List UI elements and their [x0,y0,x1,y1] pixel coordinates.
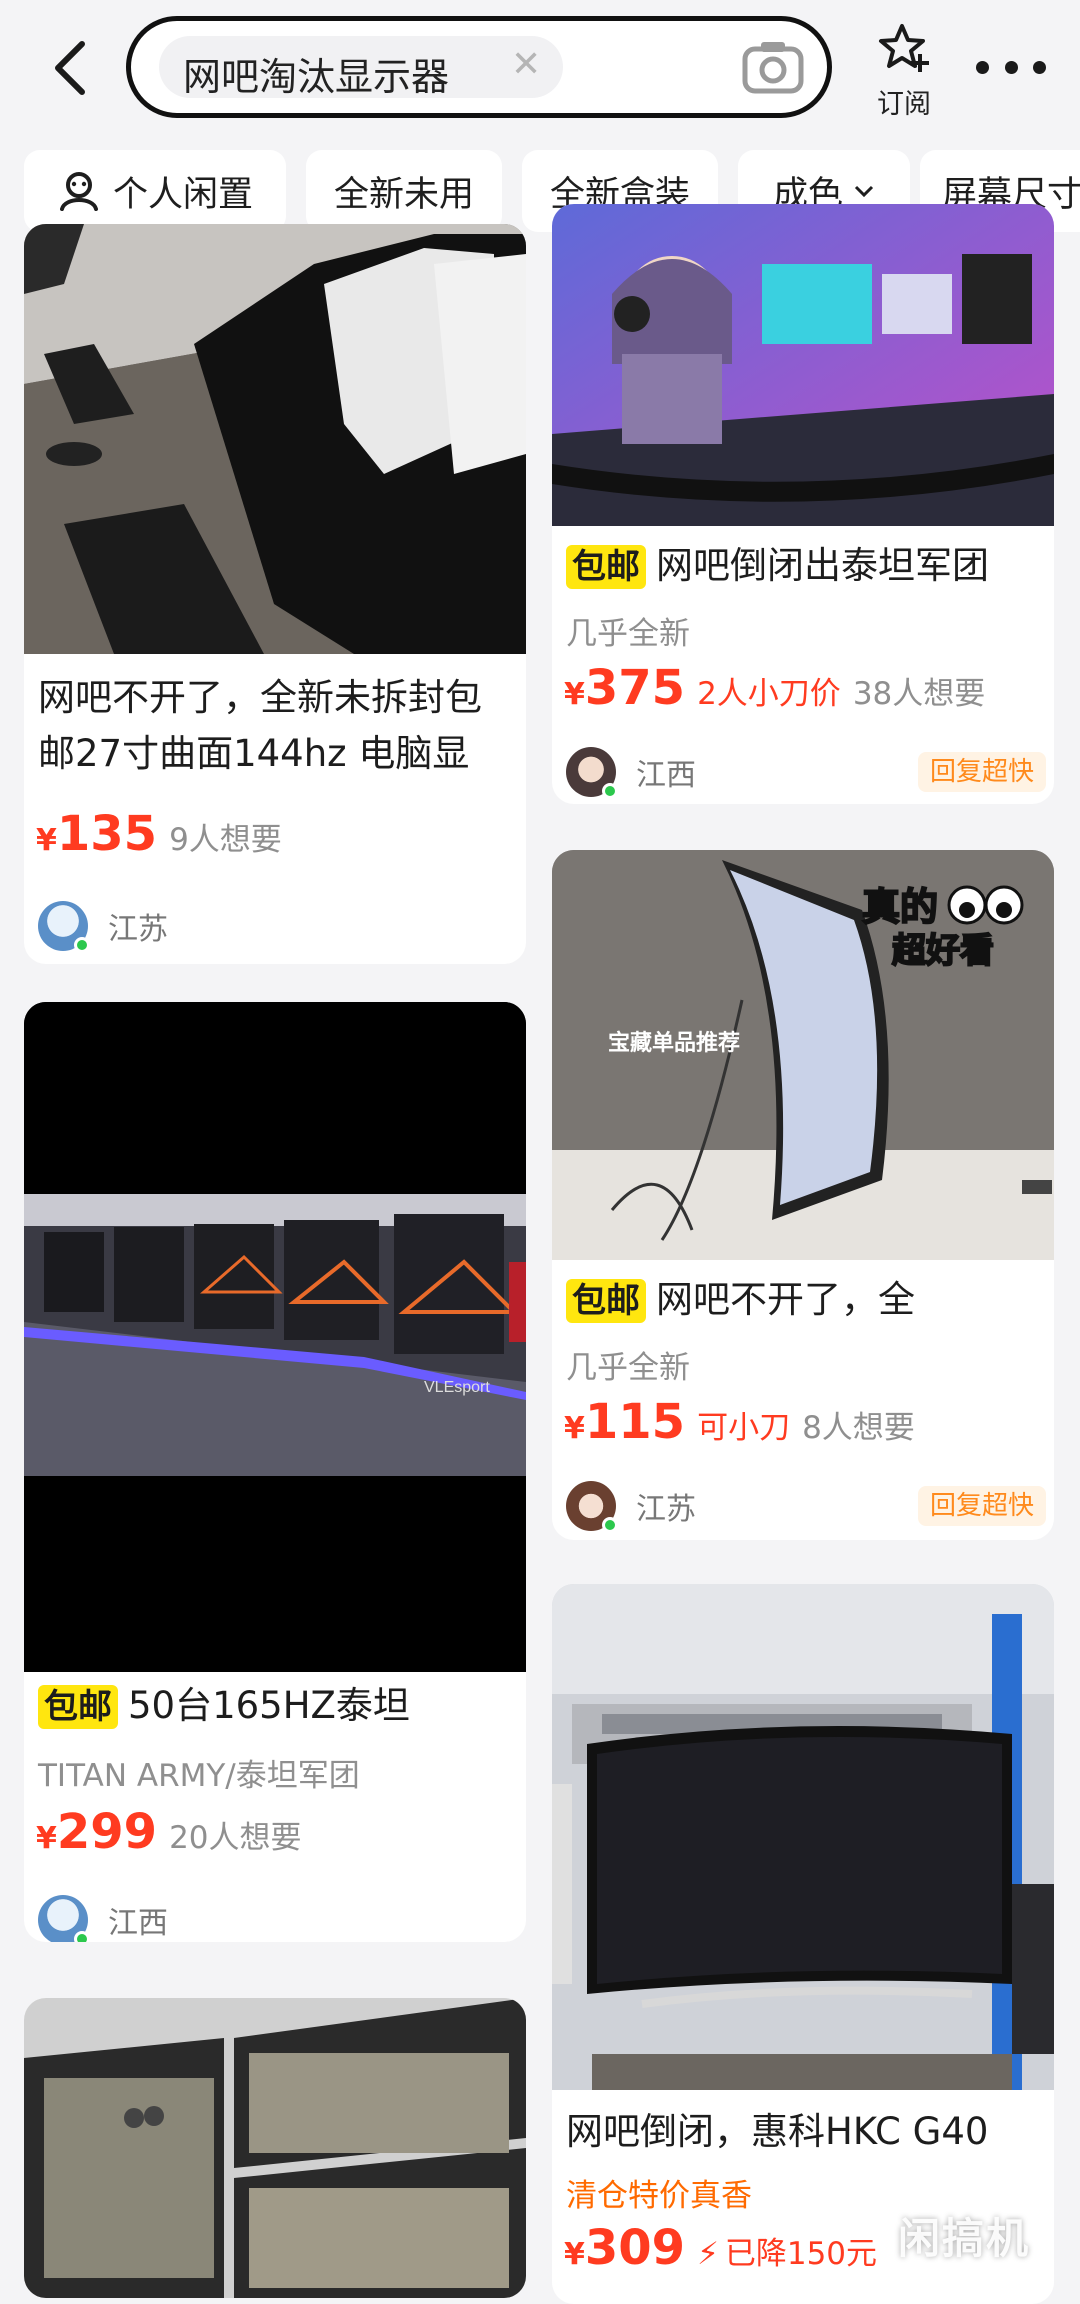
avatar[interactable] [38,1895,90,1942]
product-image[interactable]: 真的 超好看 宝藏单品推荐 [552,850,1054,1260]
product-card[interactable] [24,1998,526,2298]
free-shipping-badge: 包邮 [566,1279,646,1323]
sticker-text-3: 宝藏单品推荐 [608,1030,740,1056]
product-image[interactable] [24,224,526,654]
online-dot [602,1517,618,1533]
search-bar[interactable]: 网吧淘汰显示器 ✕ [126,16,832,118]
avatar[interactable] [38,901,90,953]
price: 299 [56,1804,158,1860]
online-dot [74,1931,90,1942]
reply-fast-badge: 回复超快 [917,752,1046,792]
close-icon[interactable]: ✕ [511,44,541,85]
price-row: ¥ 309 ⚡ 已降150元 [564,2220,889,2276]
price: 309 [584,2220,686,2276]
price-row: ¥ 375 2人小刀价 38人想要 [564,660,985,716]
bargain-tag: 可小刀 [697,1410,791,1446]
promo-subtitle: 清仓特价真香 [566,2178,752,2214]
title-text: 50台165HZ泰坦 [128,1684,410,1727]
product-image[interactable] [24,1998,526,2298]
seller-row[interactable]: 江西 回复超快 [566,742,1046,802]
lightning-icon: ⚡ [697,2236,719,2272]
watermark: 闲搞机 [898,2214,1031,2263]
currency-symbol: ¥ [36,1821,57,1856]
want-count: 20人想要 [169,1820,302,1856]
product-image[interactable]: VLEsport [24,1002,526,1672]
query-text: 网吧淘汰显示器 [183,55,450,99]
product-image[interactable] [552,204,1054,526]
want-count: 9人想要 [169,822,282,858]
sticker-text-1: 真的 [862,885,938,929]
product-card[interactable]: 网吧不开了，全新未拆封包邮27寸曲面144hz 电脑显 ¥ 135 9人想要 江… [24,224,526,964]
product-image[interactable] [552,1584,1054,2090]
reply-fast-badge: 回复超快 [917,1486,1046,1526]
chevron-down-icon [853,183,875,199]
seller-row[interactable]: 江苏 回复超快 [566,1476,1046,1536]
top-bar: 网吧淘汰显示器 ✕ 订阅 [0,0,1080,136]
camera-icon[interactable] [741,39,805,95]
filter-new-unused[interactable]: 全新未用 [306,150,502,232]
condition-text: 几乎全新 [566,1350,690,1386]
person-icon [57,169,101,213]
filter-label: 个人闲置 [112,174,253,215]
price: 115 [584,1394,686,1450]
seller-region: 江苏 [108,912,168,947]
product-title: 网吧不开了，全新未拆封包邮27寸曲面144hz 电脑显 [38,676,482,775]
seller-region: 江西 [108,1906,168,1941]
back-arrow-icon [55,41,85,95]
price: 135 [56,806,158,862]
product-card[interactable]: VLEsport 包邮 50台165HZ泰坦 TITAN ARMY/泰坦军团 ¥ … [24,1002,526,1942]
brand-text: TITAN ARMY/泰坦军团 [38,1758,360,1794]
product-card[interactable]: 网吧倒闭，惠科HKC G40 清仓特价真香 ¥ 309 ⚡ 已降150元 [552,1584,1054,2304]
product-title: 网吧倒闭，惠科HKC G40 [566,2110,989,2153]
title-text: 网吧不开了，全 [656,1278,915,1321]
online-dot [602,783,618,799]
avatar[interactable] [566,1481,618,1533]
product-title: 包邮 网吧不开了，全 [566,1272,1044,1332]
star-plus-icon [879,24,929,72]
free-shipping-badge: 包邮 [566,545,646,589]
currency-symbol: ¥ [564,1411,585,1446]
price: 375 [584,660,686,716]
currency-symbol: ¥ [564,2237,585,2272]
filter-personal[interactable]: 个人闲置 [24,150,286,232]
want-count: 38人想要 [852,676,986,712]
currency-symbol: ¥ [36,823,57,858]
back-button[interactable] [40,30,100,106]
product-title: 包邮 50台165HZ泰坦 [38,1678,516,1738]
title-text: 网吧倒闭出泰坦军团 [656,544,989,587]
product-title: 包邮 网吧倒闭出泰坦军团 [566,538,1044,598]
image-caption: VLEsport [424,1379,490,1396]
price-row: ¥ 299 20人想要 [36,1804,302,1860]
query-chip[interactable]: 网吧淘汰显示器 ✕ [159,36,563,99]
product-card[interactable]: 真的 超好看 宝藏单品推荐 包邮 网吧不开了，全 几乎全新 ¥ 115 可小刀 8… [552,850,1054,1540]
seller-region: 江西 [636,758,696,793]
seller-row[interactable]: 江西 [38,1890,518,1942]
online-dot [74,937,90,953]
seller-region: 江苏 [636,1492,696,1527]
subscribe-button[interactable]: 订阅 [862,22,946,122]
want-count: 8人想要 [802,1410,915,1446]
sticker-text-2: 超好看 [892,931,994,971]
subscribe-label: 订阅 [877,89,931,120]
seller-row[interactable]: 江苏 [38,896,518,956]
price-drop-tag: 已降150元 [724,2236,878,2272]
price-row: ¥ 135 9人想要 [36,806,282,862]
free-shipping-badge: 包邮 [38,1685,118,1729]
currency-symbol: ¥ [564,677,585,712]
bargain-tag: 2人小刀价 [697,676,841,712]
avatar[interactable] [566,747,618,799]
product-card[interactable]: 包邮 网吧倒闭出泰坦军团 几乎全新 ¥ 375 2人小刀价 38人想要 江西 回复… [552,204,1054,804]
price-row: ¥ 115 可小刀 8人想要 [564,1394,915,1450]
condition-text: 几乎全新 [566,616,690,652]
more-icon[interactable] [976,42,1046,92]
filter-label: 全新未用 [333,174,474,215]
